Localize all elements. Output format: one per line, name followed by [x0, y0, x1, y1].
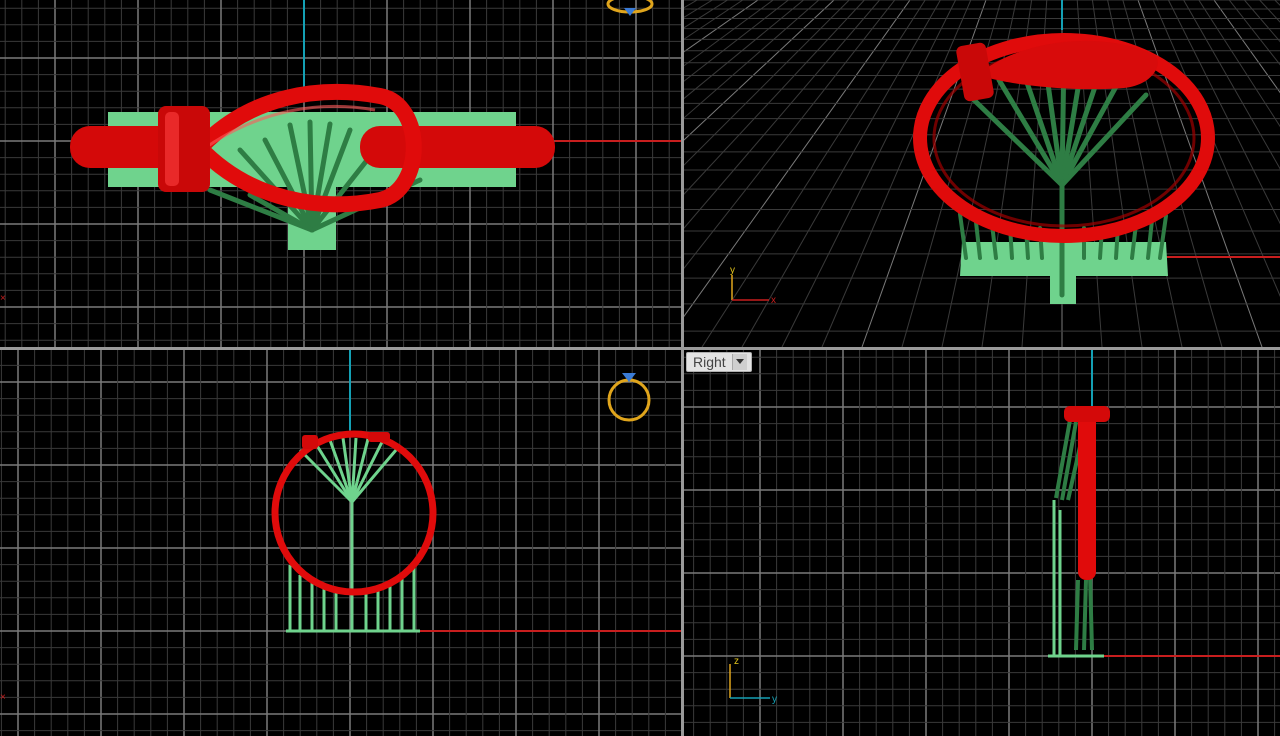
- grid-line: [1228, 0, 1280, 66]
- grid-line: [684, 0, 744, 40]
- grid-line: [1167, 0, 1280, 225]
- ring-navigation-icon[interactable]: [607, 373, 651, 422]
- viewport-right[interactable]: z y Right: [684, 350, 1280, 736]
- x-axis-marker: ×: [0, 692, 6, 703]
- grid-line: [684, 0, 850, 166]
- viewport-front[interactable]: ×: [0, 350, 681, 736]
- viewport-right-canvas[interactable]: z y: [684, 350, 1280, 736]
- viewport-perspective-canvas[interactable]: y x: [684, 0, 1280, 347]
- viewport-divider-vertical[interactable]: [681, 0, 684, 736]
- viewport-perspective[interactable]: y x: [684, 0, 1280, 347]
- grid-line: [684, 0, 880, 229]
- grid: [0, 350, 681, 736]
- grid-line: [684, 0, 896, 269]
- grid-line: [821, 0, 972, 347]
- viewport-front-canvas[interactable]: ×: [0, 350, 681, 736]
- grid-line: [701, 0, 926, 347]
- x-axis-marker: ×: [0, 293, 6, 304]
- viewport-top[interactable]: ×: [0, 0, 681, 347]
- chevron-down-icon[interactable]: [731, 354, 747, 370]
- y-axis-label: y: [772, 694, 777, 705]
- grid-line: [684, 0, 820, 119]
- x-axis-label: x: [771, 295, 776, 306]
- viewport-title-text: Right: [693, 354, 726, 370]
- grid-line: [684, 0, 698, 9]
- y-axis-label: y: [730, 265, 735, 276]
- viewport-divider-horizontal[interactable]: [0, 347, 1280, 350]
- grid: [684, 350, 1280, 736]
- viewport-title-right[interactable]: Right: [686, 352, 752, 372]
- support-struts: [298, 437, 398, 631]
- grid-line: [1244, 0, 1280, 43]
- viewport-top-canvas[interactable]: ×: [0, 0, 681, 347]
- grid-line: [684, 0, 713, 18]
- axis-indicator: z y: [729, 656, 777, 705]
- z-axis-label: z: [734, 656, 739, 667]
- grid-line: [1198, 0, 1280, 128]
